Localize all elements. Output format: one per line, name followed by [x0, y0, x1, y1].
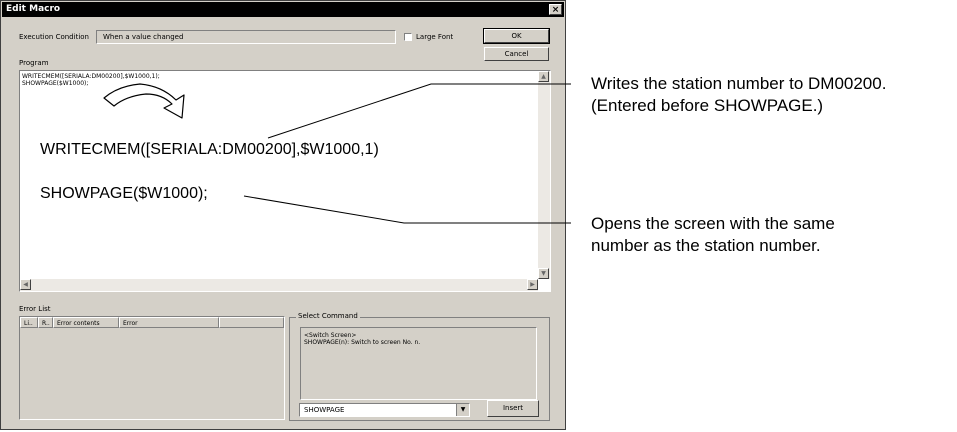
annotation-1: Writes the station number to DM00200. (E…: [591, 73, 886, 117]
annotation-2: Opens the screen with the same number as…: [591, 213, 835, 257]
annotation-1-line-1: Writes the station number to DM00200.: [591, 74, 887, 93]
callout-line-2: [243, 195, 563, 224]
annotation-1-line-2: (Entered before SHOWPAGE.): [591, 96, 824, 115]
annotation-2-line-2: number as the station number.: [591, 236, 821, 255]
curved-arrow-icon: [103, 83, 185, 119]
callout-line-1: [267, 83, 563, 139]
annotation-2-line-1: Opens the screen with the same: [591, 214, 835, 233]
